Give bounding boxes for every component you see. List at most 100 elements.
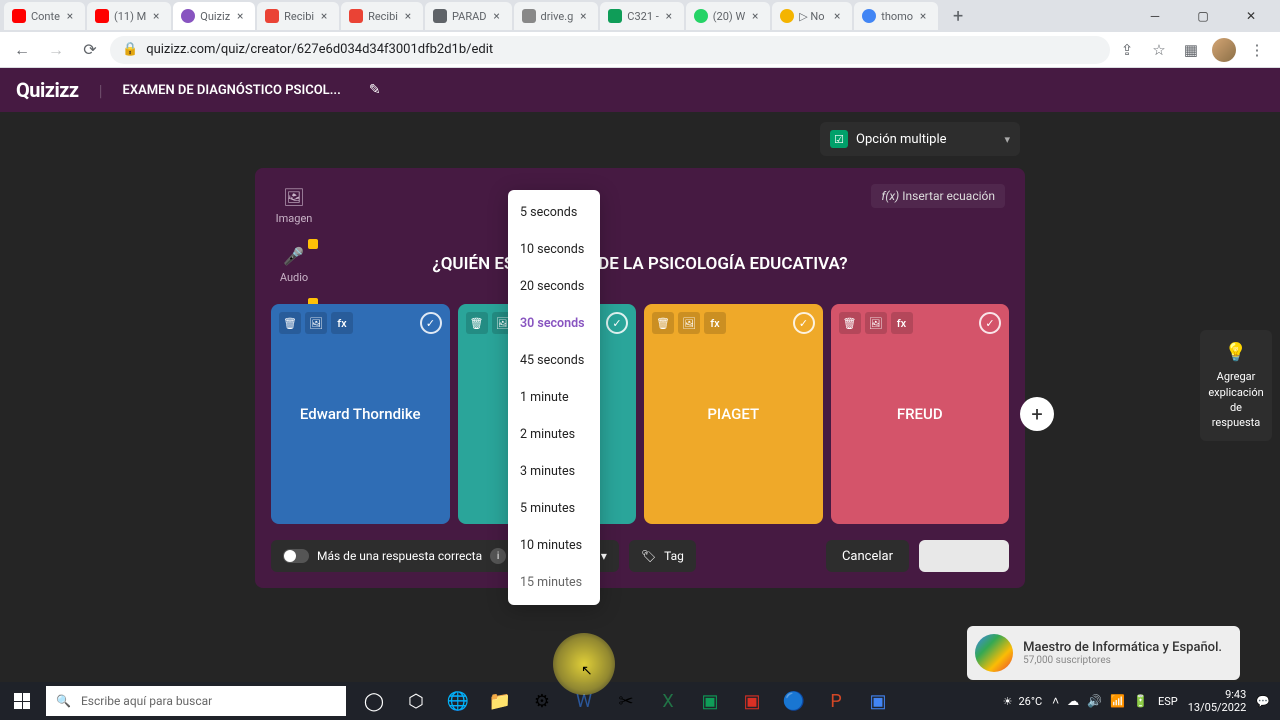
answer-option-4[interactable]: 🗑🖼fx ✓ FREUD	[831, 304, 1010, 524]
add-answer-button[interactable]: +	[1020, 397, 1054, 431]
cancel-button[interactable]: Cancelar	[826, 540, 909, 572]
browser-tab[interactable]: drive.g×	[514, 2, 599, 30]
time-option[interactable]: 3 minutes	[508, 453, 600, 490]
notification-icon[interactable]: 💬	[1256, 695, 1270, 708]
time-option[interactable]: 2 minutes	[508, 416, 600, 453]
window-maximize[interactable]: ▢	[1188, 2, 1218, 30]
taskbar-app[interactable]: ▣	[732, 682, 772, 720]
tag-button[interactable]: 🏷 Tag	[629, 540, 696, 572]
browser-tab-active[interactable]: Quiziz×	[173, 2, 255, 30]
taskbar-app[interactable]: ▣	[690, 682, 730, 720]
add-image-button[interactable]: 🖼Imagen	[271, 184, 317, 225]
new-tab-button[interactable]: +	[944, 2, 972, 30]
profile-avatar[interactable]	[1212, 38, 1236, 62]
word-icon[interactable]: W	[564, 682, 604, 720]
equation-icon[interactable]: fx	[331, 312, 353, 334]
browser-tab[interactable]: C321 -×	[600, 2, 683, 30]
chrome-icon[interactable]: 🔵	[774, 682, 814, 720]
time-option[interactable]: 1 minute	[508, 379, 600, 416]
system-tray[interactable]: ˄ ☁ 🔊 📶 🔋	[1052, 694, 1148, 708]
menu-icon[interactable]: ⋮	[1246, 39, 1268, 61]
star-icon[interactable]: ☆	[1148, 39, 1170, 61]
browser-tab[interactable]: ▷ No×	[772, 2, 852, 30]
correct-toggle[interactable]: ✓	[420, 312, 442, 334]
edit-icon[interactable]: ✎	[361, 76, 389, 104]
close-icon[interactable]: ×	[317, 9, 331, 23]
cloud-icon[interactable]: ☁	[1067, 694, 1079, 708]
excel-icon[interactable]: X	[648, 682, 688, 720]
answer-option-3[interactable]: 🗑🖼fx ✓ PIAGET	[644, 304, 823, 524]
add-explanation-button[interactable]: 💡 Agregar explicación de respuesta	[1200, 330, 1272, 441]
battery-icon[interactable]: 🔋	[1133, 694, 1148, 708]
taskbar-search[interactable]: 🔍 Escribe aquí para buscar	[46, 686, 346, 716]
equation-icon[interactable]: fx	[891, 312, 913, 334]
volume-icon[interactable]: 🔊	[1087, 694, 1102, 708]
add-audio-button[interactable]: 🎤Audio	[271, 243, 317, 284]
share-icon[interactable]: ⇪	[1116, 39, 1138, 61]
powerpoint-icon[interactable]: P	[816, 682, 856, 720]
language-indicator[interactable]: ESP	[1158, 695, 1178, 708]
browser-tab[interactable]: PARAD×	[425, 2, 512, 30]
save-button[interactable]	[919, 540, 1009, 572]
explorer-icon[interactable]: 📁	[480, 682, 520, 720]
forward-button[interactable]: →	[42, 36, 70, 64]
reload-button[interactable]: ⟳	[76, 36, 104, 64]
answer-option-1[interactable]: 🗑🖼fx ✓ Edward Thorndike	[271, 304, 450, 524]
close-icon[interactable]: ×	[63, 9, 77, 23]
browser-tab[interactable]: Recibi×	[341, 2, 423, 30]
taskbar-app[interactable]: ⚙	[522, 682, 562, 720]
image-icon[interactable]: 🖼	[678, 312, 700, 334]
taskbar-clock[interactable]: 9:43 13/05/2022	[1188, 688, 1247, 714]
window-close[interactable]: ✕	[1236, 2, 1266, 30]
wifi-icon[interactable]: 📶	[1110, 694, 1125, 708]
edge-icon[interactable]: 🌐	[438, 682, 478, 720]
time-option[interactable]: 5 seconds	[508, 194, 600, 231]
close-icon[interactable]: ×	[830, 9, 844, 23]
insert-equation-button[interactable]: f(x) Insertar ecuación	[871, 184, 1005, 208]
browser-tab[interactable]: Conte×	[4, 2, 85, 30]
equation-icon[interactable]: fx	[704, 312, 726, 334]
trash-icon[interactable]: 🗑	[279, 312, 301, 334]
trash-icon[interactable]: 🗑	[652, 312, 674, 334]
browser-tab[interactable]: Recibi×	[257, 2, 339, 30]
time-option[interactable]: 10 minutes	[508, 527, 600, 564]
correct-toggle[interactable]: ✓	[606, 312, 628, 334]
weather-widget[interactable]: ☀ 26°C	[1003, 695, 1043, 708]
start-button[interactable]	[0, 682, 44, 720]
close-icon[interactable]: ×	[576, 9, 590, 23]
time-option[interactable]: 20 seconds	[508, 268, 600, 305]
time-option[interactable]: 45 seconds	[508, 342, 600, 379]
close-icon[interactable]: ×	[401, 9, 415, 23]
browser-tab[interactable]: thomo×	[854, 2, 938, 30]
time-option-selected[interactable]: 30 seconds	[508, 305, 600, 342]
question-type-selector[interactable]: ☑ Opción multiple ▾	[820, 122, 1020, 156]
close-icon[interactable]: ×	[490, 9, 504, 23]
close-icon[interactable]: ×	[748, 9, 762, 23]
close-icon[interactable]: ×	[916, 9, 930, 23]
image-icon[interactable]: 🖼	[305, 312, 327, 334]
close-icon[interactable]: ×	[662, 9, 676, 23]
quiz-title[interactable]: EXAMEN DE DIAGNÓSTICO PSICOL...	[123, 83, 341, 98]
time-option[interactable]: 15 minutes	[508, 564, 600, 601]
correct-toggle[interactable]: ✓	[979, 312, 1001, 334]
close-icon[interactable]: ×	[149, 9, 163, 23]
image-icon[interactable]: 🖼	[865, 312, 887, 334]
window-minimize[interactable]: ─	[1140, 2, 1170, 30]
chevron-up-icon[interactable]: ˄	[1052, 694, 1059, 708]
extension-icon[interactable]: ▦	[1180, 39, 1202, 61]
toggle-switch[interactable]	[283, 549, 309, 563]
quizizz-logo[interactable]: Quizizz	[16, 78, 79, 102]
url-input[interactable]: 🔒 quizizz.com/quiz/creator/627e6d034d34f…	[110, 36, 1110, 64]
taskbar-app[interactable]: ▣	[858, 682, 898, 720]
youtube-channel-overlay[interactable]: Maestro de Informática y Español. 57,000…	[967, 626, 1240, 680]
taskbar-app[interactable]: ✂	[606, 682, 646, 720]
correct-toggle[interactable]: ✓	[793, 312, 815, 334]
time-option[interactable]: 10 seconds	[508, 231, 600, 268]
multiple-answers-toggle[interactable]: Más de una respuesta correcta i	[271, 540, 518, 572]
time-dropdown-menu[interactable]: 5 seconds 10 seconds 20 seconds 30 secon…	[508, 190, 600, 605]
task-view-icon[interactable]: ◯	[354, 682, 394, 720]
browser-tab[interactable]: (20) W×	[686, 2, 770, 30]
trash-icon[interactable]: 🗑	[466, 312, 488, 334]
back-button[interactable]: ←	[8, 36, 36, 64]
time-option[interactable]: 5 minutes	[508, 490, 600, 527]
